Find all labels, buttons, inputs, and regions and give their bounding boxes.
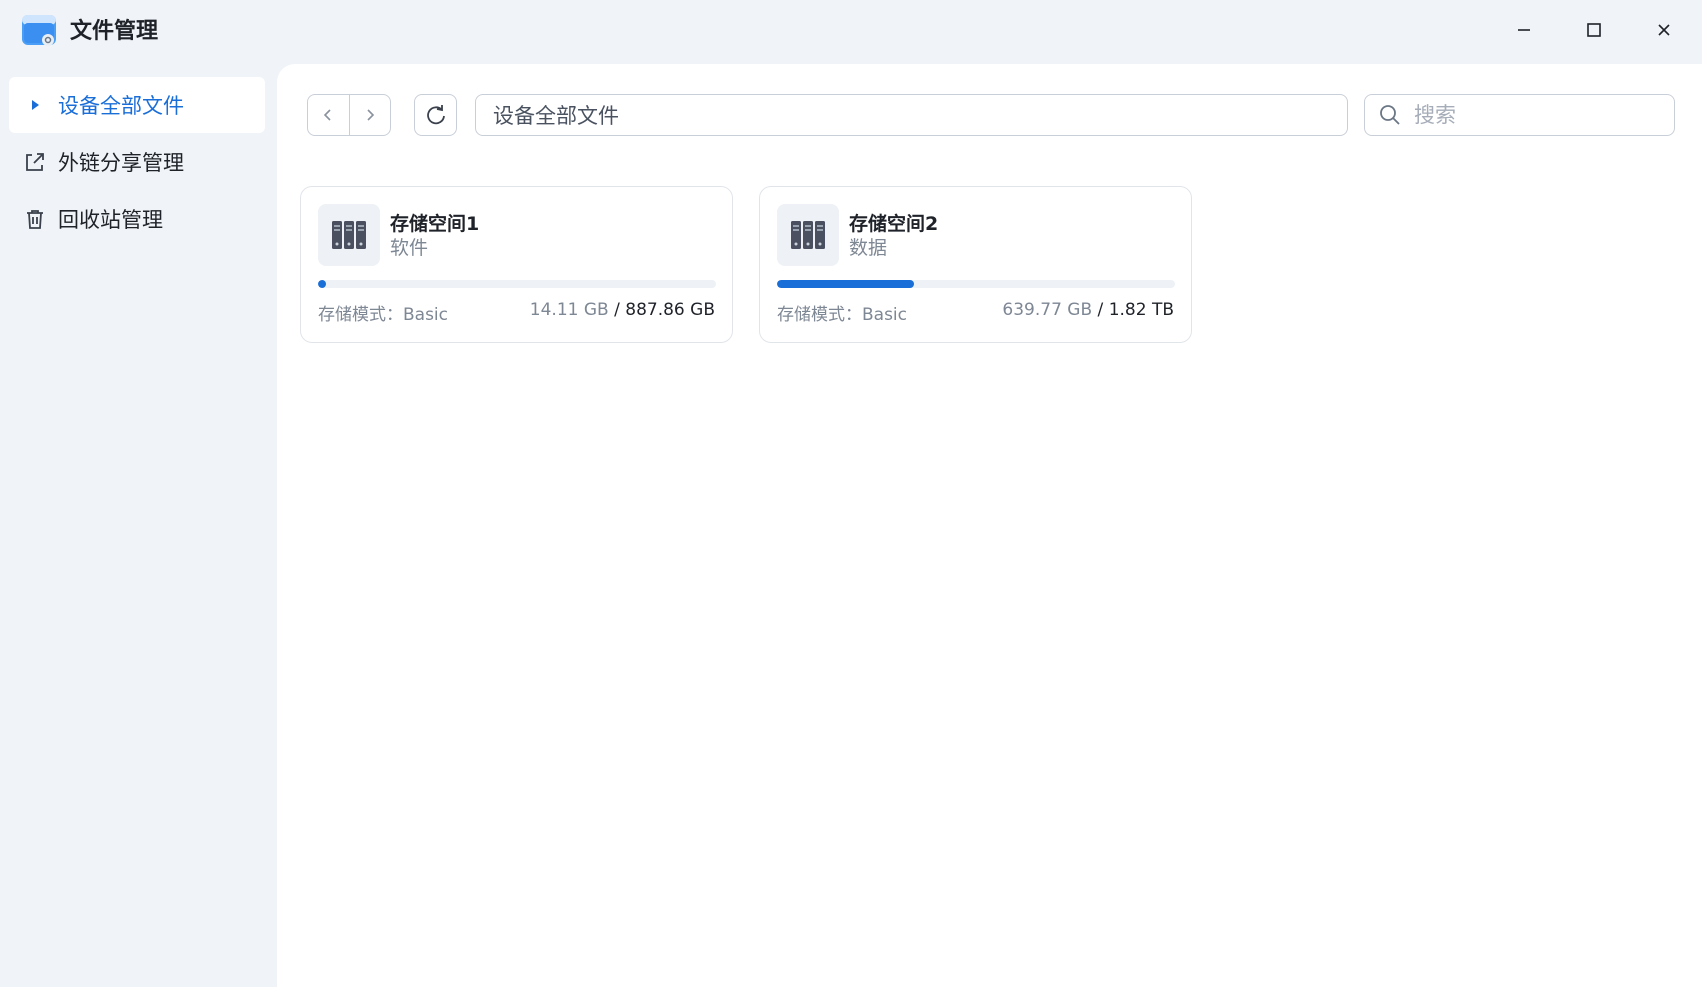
sidebar-item-recycle-bin[interactable]: 回收站管理 (9, 191, 265, 247)
minimize-button[interactable] (1506, 14, 1542, 46)
storage-mode: 存储模式：Basic (318, 305, 449, 325)
sidebar-item-label: 设备全部文件 (58, 94, 184, 118)
path-input[interactable] (475, 94, 1348, 136)
sidebar-item-label: 回收站管理 (58, 208, 163, 232)
back-button[interactable] (308, 95, 349, 135)
caret-right-icon (22, 92, 48, 118)
maximize-button[interactable] (1576, 14, 1612, 46)
trash-icon (22, 206, 48, 232)
chevron-left-icon (324, 109, 331, 121)
storage-usage-bar (777, 280, 1175, 288)
storage-description: 软件 (390, 237, 429, 259)
share-link-icon (22, 149, 48, 175)
storage-usage-text: 639.77 GB / 1.82 TB (1002, 300, 1174, 320)
maximize-icon (1587, 23, 1601, 37)
title-bar: 文件管理 (0, 0, 1702, 64)
storage-usage-fill (318, 280, 326, 288)
storage-name: 存储空间1 (390, 213, 480, 235)
sidebar: 设备全部文件 外链分享管理 回收站管理 (0, 64, 276, 987)
storage-card[interactable]: 存储空间1 软件 存储模式：Basic 14.11 GB / 887.86 GB (300, 186, 733, 343)
storage-usage-bar (318, 280, 716, 288)
app-title: 文件管理 (70, 19, 159, 44)
storage-usage-fill (777, 280, 914, 288)
sidebar-item-label: 外链分享管理 (58, 151, 184, 175)
storage-mode: 存储模式：Basic (777, 305, 908, 325)
navigation-buttons (307, 94, 391, 136)
storage-card[interactable]: 存储空间2 数据 存储模式：Basic 639.77 GB / 1.82 TB (759, 186, 1192, 343)
sidebar-item-all-files[interactable]: 设备全部文件 (9, 77, 265, 133)
storage-disk-icon (777, 204, 839, 266)
forward-button[interactable] (348, 95, 391, 135)
storage-name: 存储空间2 (849, 213, 939, 235)
search-icon (1378, 103, 1402, 127)
close-icon (1658, 24, 1670, 36)
file-manager-app-icon (22, 13, 56, 47)
refresh-icon (426, 105, 445, 125)
search-box[interactable] (1364, 94, 1675, 136)
search-input[interactable] (1412, 102, 1656, 128)
storage-disk-icon (318, 204, 380, 266)
sidebar-item-share-links[interactable]: 外链分享管理 (9, 134, 265, 190)
main-content: 存储空间1 软件 存储模式：Basic 14.11 GB / 887.86 GB (277, 64, 1702, 987)
refresh-button[interactable] (414, 94, 457, 136)
close-button[interactable] (1646, 14, 1682, 46)
storage-usage-text: 14.11 GB / 887.86 GB (529, 300, 715, 320)
minimize-icon (1518, 29, 1530, 31)
chevron-right-icon (367, 109, 374, 121)
storage-description: 数据 (849, 237, 888, 259)
